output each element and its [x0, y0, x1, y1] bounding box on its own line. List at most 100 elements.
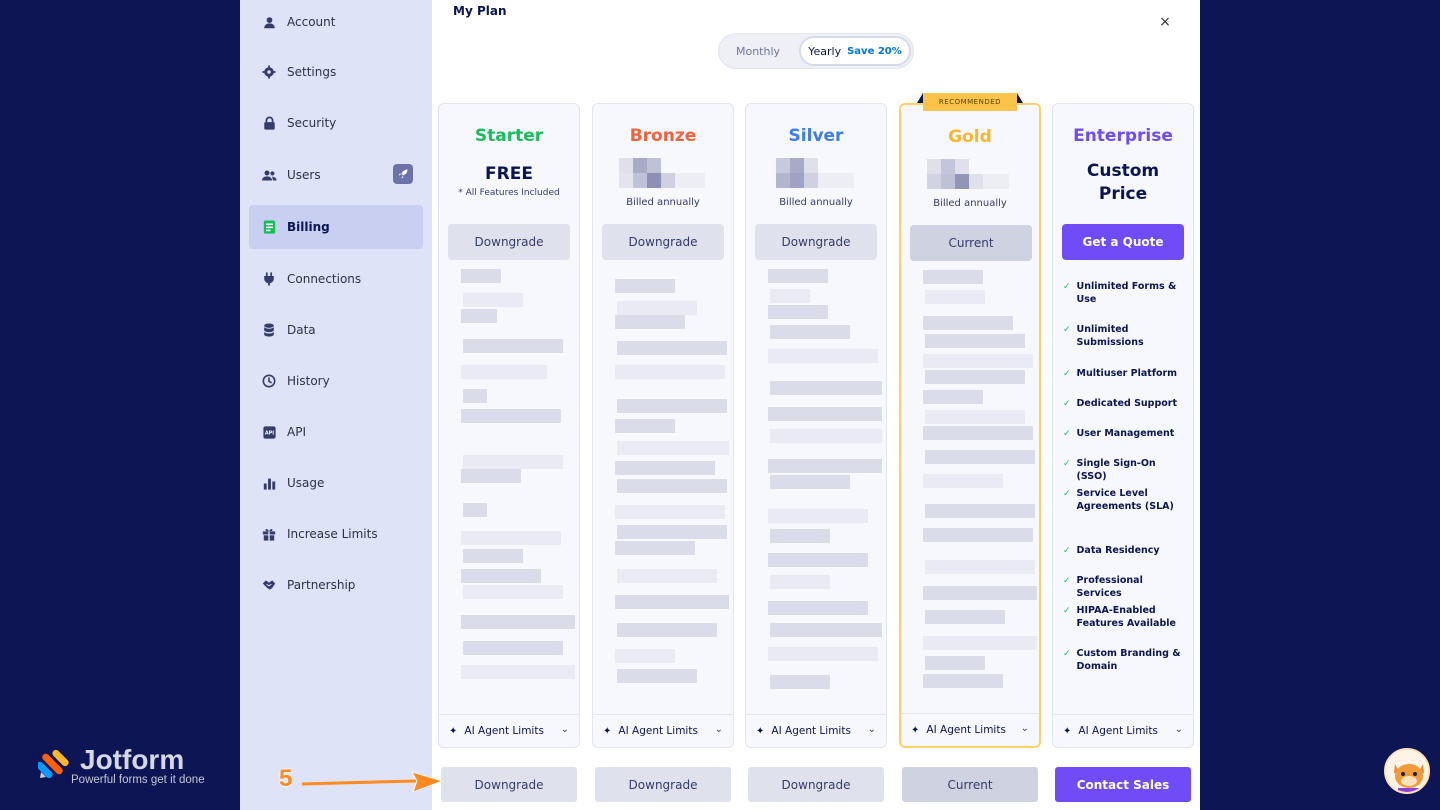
blurred-feature-row [923, 674, 1003, 688]
blurred-feature-row [923, 426, 1033, 440]
sidebar-item-billing[interactable]: Billing [249, 205, 423, 249]
plan-name: Enterprise [1073, 126, 1173, 146]
toggle-yearly[interactable]: Yearly Save 20% [799, 36, 911, 66]
ai-agent-limits-toggle[interactable]: ✦ AI Agent Limits ⌄ [439, 714, 579, 747]
blurred-feature-row [617, 341, 727, 355]
sidebar-item-label: Partnership [287, 578, 356, 592]
check-icon: ✓ [1063, 429, 1071, 439]
sparkle-icon: ✦ [756, 725, 765, 737]
save-badge: Save 20% [847, 45, 902, 57]
blurred-feature-row [461, 569, 541, 583]
assistant-avatar[interactable] [1384, 748, 1430, 794]
sidebar-item-label: History [287, 374, 330, 388]
blurred-feature-row [617, 569, 717, 583]
billing-icon [261, 219, 277, 235]
blurred-feature-row [615, 279, 675, 293]
feature-item: ✓ Multiuser Platform [1063, 367, 1187, 381]
blurred-feature-row [463, 641, 563, 655]
chevron-down-icon: ⌄ [1174, 724, 1183, 735]
check-icon: ✓ [1063, 325, 1071, 335]
silver-downgrade-button[interactable]: Downgrade [748, 767, 884, 802]
sidebar-item-settings[interactable]: Settings [249, 50, 423, 94]
user-icon [261, 14, 277, 30]
sidebar-item-api[interactable]: API API [249, 410, 423, 454]
ai-agent-limits-toggle[interactable]: ✦ AI Agent Limits ⌄ [1053, 714, 1193, 747]
feature-item: ✓ Single Sign-On (SSO) [1063, 457, 1187, 483]
sidebar-item-label: Increase Limits [287, 527, 378, 541]
feature-item: ✓ Custom Branding & Domain [1063, 647, 1187, 673]
footer-label: AI Agent Limits [618, 725, 698, 737]
plan-name: Silver [788, 126, 844, 146]
sidebar-item-account[interactable]: Account [249, 0, 423, 44]
blurred-feature-row [768, 459, 882, 473]
blurred-features [601, 269, 729, 709]
check-icon: ✓ [1063, 459, 1071, 469]
contact-sales-button[interactable]: Contact Sales [1055, 767, 1191, 802]
sidebar-item-security[interactable]: Security [249, 101, 423, 145]
close-icon[interactable]: × [1156, 13, 1174, 31]
sidebar-item-history[interactable]: History [249, 359, 423, 403]
ai-agent-limits-toggle[interactable]: ✦ AI Agent Limits ⌄ [901, 713, 1039, 746]
downgrade-button[interactable]: Downgrade [755, 224, 877, 260]
blurred-features [909, 270, 1037, 710]
footer-label: AI Agent Limits [464, 725, 544, 737]
blurred-feature-row [617, 623, 717, 637]
plan-card-starter: Starter FREE * All Features Included Dow… [438, 103, 580, 748]
blurred-feature-row [768, 407, 882, 421]
feature-label: Data Residency [1076, 545, 1160, 556]
sidebar-item-users[interactable]: Users [249, 153, 423, 197]
sidebar-item-connections[interactable]: Connections [249, 257, 423, 301]
rocket-icon [393, 164, 413, 184]
blurred-feature-row [461, 665, 575, 679]
get-a-quote-button[interactable]: Get a Quote [1062, 224, 1184, 260]
blurred-feature-row [617, 399, 727, 413]
blurred-feature-row [923, 528, 1033, 542]
sidebar-item-usage[interactable]: Usage [249, 461, 423, 505]
current-plan-button[interactable]: Current [910, 225, 1032, 261]
blurred-feature-row [617, 525, 727, 539]
blurred-feature-row [768, 553, 868, 567]
sidebar-item-partnership[interactable]: Partnership [249, 563, 423, 607]
step-number-annotation: 5 [279, 765, 293, 792]
feature-label: Professional Services [1076, 575, 1143, 599]
downgrade-button[interactable]: Downgrade [448, 224, 570, 260]
blurred-feature-row [923, 316, 1013, 330]
toggle-monthly[interactable]: Monthly [719, 34, 797, 68]
ai-agent-limits-toggle[interactable]: ✦ AI Agent Limits ⌄ [593, 714, 733, 747]
api-icon: API [261, 424, 277, 440]
cat-avatar-icon [1386, 750, 1428, 792]
blurred-feature-row [463, 585, 563, 599]
feature-label: User Management [1076, 428, 1175, 439]
blurred-feature-row [615, 419, 675, 433]
blurred-feature-row [923, 586, 1037, 600]
blurred-feature-row [925, 450, 1035, 464]
feature-item: ✓ Unlimited Submissions [1063, 323, 1187, 349]
check-icon: ✓ [1063, 576, 1071, 586]
ai-agent-limits-toggle[interactable]: ✦ AI Agent Limits ⌄ [746, 714, 886, 747]
sparkle-icon: ✦ [449, 725, 458, 737]
blurred-feature-row [461, 309, 497, 323]
logo-tagline: Powerful forms get it done [71, 774, 205, 786]
starter-downgrade-button[interactable]: Downgrade [441, 767, 577, 802]
check-icon: ✓ [1063, 546, 1071, 556]
gold-current-button[interactable]: Current [902, 767, 1038, 802]
gift-icon [261, 526, 277, 542]
billed-note: Billed annually [626, 197, 700, 208]
plan-name: Starter [474, 126, 544, 146]
blurred-feature-row [617, 441, 729, 455]
feature-label: Unlimited Submissions [1076, 324, 1144, 348]
recommended-badge: RECOMMENDED [917, 93, 1023, 111]
settings-sidebar: Account Settings Security Users Billing … [240, 0, 432, 810]
blurred-feature-row [461, 409, 561, 423]
sidebar-item-label: Account [287, 15, 336, 29]
sidebar-item-increase-limits[interactable]: Increase Limits [249, 512, 423, 556]
downgrade-button[interactable]: Downgrade [602, 224, 724, 260]
bronze-downgrade-button[interactable]: Downgrade [595, 767, 731, 802]
plan-price-line: Custom [1086, 161, 1160, 181]
feature-label: Dedicated Support [1076, 398, 1178, 409]
lock-icon [261, 115, 277, 131]
billed-note: Billed annually [779, 197, 853, 208]
sidebar-item-data[interactable]: Data [249, 308, 423, 352]
feature-label: HIPAA-Enabled Features Available [1076, 605, 1176, 629]
blurred-feature-row [768, 305, 828, 319]
